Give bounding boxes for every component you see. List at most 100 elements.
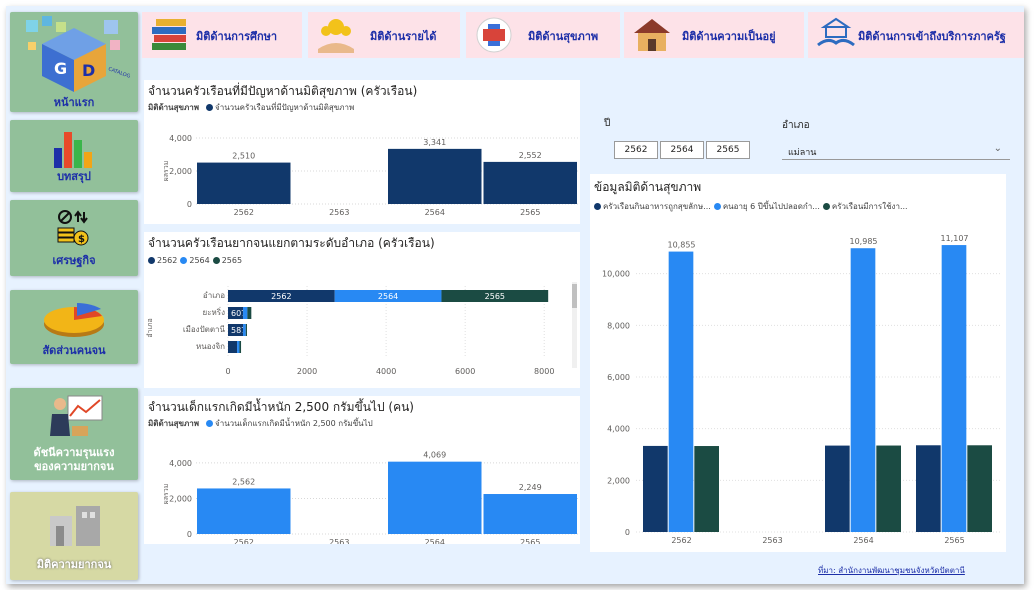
tab-living-label: มิติด้านความเป็นอยู่	[682, 30, 776, 43]
chart2-scrollbar-thumb	[572, 284, 577, 308]
chart3-xtick-label-3: 2565	[520, 538, 540, 544]
nav-poor-ratio-button[interactable]: สัดส่วนคนจน	[10, 290, 138, 364]
chart3-svg: 0 2,000 4,000 ผลรวม 2,562 2562 2563 4,069 2564 2,…	[162, 451, 578, 544]
year-button-2564[interactable]: 2564	[660, 141, 704, 159]
chart4-xtick-label-3: 2565	[944, 536, 964, 545]
chart3-data-label-0: 2,562	[232, 477, 255, 486]
chart3-bar-3	[483, 494, 577, 534]
nav-economy-label: เศรษฐกิจ	[52, 254, 96, 267]
year-button-2562[interactable]: 2562	[614, 141, 658, 159]
nav-severity-index-label2: ของความยากจน	[34, 460, 114, 473]
chart2-bar-3-1	[237, 341, 240, 353]
chart4-ytick-label-4: 8,000	[607, 321, 630, 330]
chart4-data-label-3-1: 11,107	[941, 234, 969, 243]
medical-cross-icon	[476, 17, 512, 53]
chart2-ylabel: อำเภอ	[146, 318, 154, 337]
chart1-xtick-label-0: 2562	[234, 208, 254, 217]
chart4-data-label-2-0: 3,345	[826, 435, 849, 444]
chart1-data-label-3: 2,552	[519, 151, 542, 160]
chart3-data-label-2: 4,069	[423, 451, 446, 460]
nav-summary-button[interactable]: บทสรุป	[10, 120, 138, 192]
nav-severity-index-label: ดัชนีความรุนแรง	[33, 446, 115, 459]
businessman-chart-icon	[50, 395, 103, 436]
chart2-bar-label-0-1: 2564	[378, 292, 398, 301]
chart2-svg: 0 2000 4000 6000 8000อำเภออำเภอ 2562 2564 2565ย…	[146, 282, 577, 376]
chart2-xtick-label-1: 2000	[297, 367, 317, 376]
chart4-data-label-2-1: 10,985	[850, 237, 878, 246]
chart1-ylabel: ผลรวม	[162, 161, 170, 182]
chart3-ylabel: ผลรวม	[162, 484, 170, 505]
chart4-bar-0-0	[643, 445, 668, 532]
nav-home-button[interactable]: G D CATALOG หน้าแรก	[10, 12, 138, 112]
chart3-ytick-label-1: 2,000	[169, 494, 192, 503]
tab-gov-services-label: มิติด้านการเข้าถึงบริการภาครัฐ	[858, 30, 1006, 43]
logo-letter-d: D	[82, 61, 95, 80]
district-dropdown[interactable]: แม่ลาน ⌄	[782, 140, 1010, 160]
tab-income[interactable]: มิติด้านรายได้	[308, 12, 460, 58]
dashboard: G D CATALOG หน้าแรก บทสรุป $ เศรษฐกิจ สั…	[6, 6, 1024, 584]
chart4-bar-3-2	[967, 445, 992, 532]
chart3-xtick-label-0: 2562	[234, 538, 254, 544]
tab-education[interactable]: มิติด้านการศึกษา	[142, 12, 302, 58]
chart1-xtick-label-3: 2565	[520, 208, 540, 217]
chart4-bar-2-1	[850, 248, 876, 532]
chart2-category-label-1: ยะหริ่ง	[203, 306, 226, 317]
nav-poverty-dimensions-button[interactable]: มิติความยากจน	[10, 492, 138, 580]
year-slicer-label: ปี	[604, 118, 611, 129]
chart4-bar-2-2	[876, 445, 901, 532]
chart4-bar-2-0	[825, 445, 850, 532]
pie-chart-icon	[44, 303, 104, 337]
chart2-bar-1-2	[247, 307, 252, 319]
chart4-bar-3-0	[916, 445, 941, 532]
chart4-svg: 0 2,000 4,000 6,000 8,000 10,000 3,332 10,855 3,…	[602, 234, 1000, 545]
chart4-ytick-label-2: 4,000	[607, 425, 630, 434]
chart1-bar-2	[388, 148, 482, 204]
chart2-xtick-label-2: 4000	[376, 367, 396, 376]
svg-text:$: $	[78, 234, 85, 245]
chart1-ytick-label-0: 0	[187, 200, 192, 209]
chart2-xtick-label-4: 8000	[534, 367, 554, 376]
chart4-ytick-label-5: 10,000	[602, 270, 630, 279]
tab-health-label: มิติด้านสุขภาพ	[528, 30, 599, 43]
chart4-data-label-0-1: 10,855	[668, 241, 696, 250]
tab-gov-services[interactable]: มิติด้านการเข้าถึงบริการภาครัฐ	[808, 12, 1024, 58]
source-link[interactable]: ที่มา: สำนักงานพัฒนาชุมชนจังหวัดปัตตานี	[818, 564, 965, 577]
nav-summary-label: บทสรุป	[57, 170, 91, 183]
chart1-ytick-label-1: 2,000	[169, 167, 192, 176]
chart1-bar-3	[483, 161, 577, 204]
nav-severity-index-button[interactable]: ดัชนีความรุนแรง ของความยากจน	[10, 388, 138, 480]
money-stack-icon: $	[57, 210, 89, 246]
chart4-bar-3-1	[941, 245, 967, 533]
chart-health-households-card: จำนวนครัวเรือนที่มีปัญหาด้านมิติสุขภาพ (…	[144, 80, 580, 224]
tab-education-label: มิติด้านการศึกษา	[196, 30, 278, 43]
nav-poor-ratio-label: สัดส่วนคนจน	[42, 344, 106, 357]
money-icon	[318, 19, 354, 53]
gd-catalog-logo-icon: G D CATALOG	[26, 16, 130, 92]
nav-economy-button[interactable]: $ เศรษฐกิจ	[10, 200, 138, 276]
chart3-ytick-label-2: 4,000	[169, 459, 192, 468]
chart3-xtick-label-2: 2564	[425, 538, 445, 544]
nav-home-label: หน้าแรก	[53, 96, 95, 109]
chart3-ytick-label-0: 0	[187, 530, 192, 539]
chart2-category-label-0: อำเภอ	[203, 291, 225, 300]
chart4-bar-0-1	[668, 251, 694, 532]
chart2-xtick-label-3: 6000	[455, 367, 475, 376]
chart1-bar-0	[197, 162, 291, 204]
tab-living[interactable]: มิติด้านความเป็นอยู่	[624, 12, 804, 58]
year-button-2565[interactable]: 2565	[706, 141, 750, 159]
chart4-ytick-label-0: 0	[625, 528, 630, 537]
chart1-svg: 0 2,000 4,000 ผลรวม 2,510 2562 2563 3,341 2564 2,…	[162, 134, 578, 217]
tab-health[interactable]: มิติด้านสุขภาพ	[466, 12, 620, 58]
chart2-bar-label-0-0: 2562	[271, 292, 291, 301]
chart3-data-label-3: 2,249	[519, 483, 542, 492]
chart4-xtick-label-2: 2564	[853, 536, 873, 545]
chart4-xtick-label-1: 2563	[762, 536, 782, 545]
chart2-bar-label-0-2: 2565	[485, 292, 505, 301]
books-icon	[152, 19, 186, 50]
chart2-xtick-label-0: 0	[225, 367, 230, 376]
district-dropdown-value: แม่ลาน	[788, 148, 817, 158]
handshake-icon	[817, 17, 855, 47]
chart2-bar-3-2	[239, 341, 242, 353]
chart4-bar-0-2	[694, 446, 719, 532]
logo-sub: CATALOG	[107, 66, 130, 80]
